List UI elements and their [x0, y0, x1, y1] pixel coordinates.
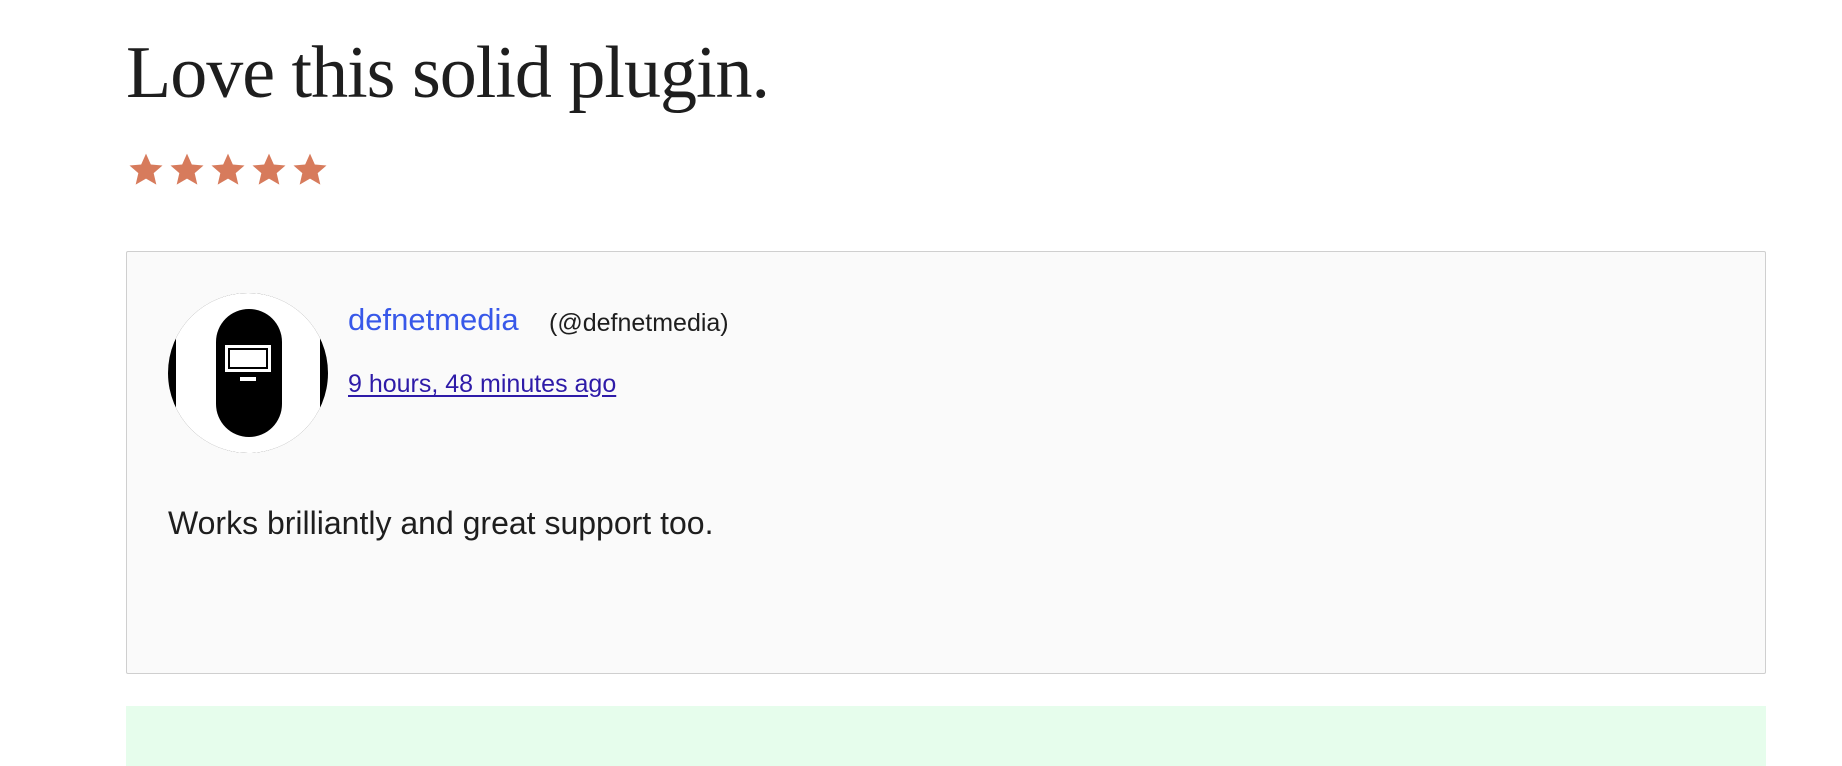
star-icon [252, 153, 286, 185]
star-icon [170, 153, 204, 185]
star-icon [129, 153, 163, 185]
review-card: defnetmedia (@defnetmedia) 9 hours, 48 m… [126, 251, 1766, 674]
star-icon [293, 153, 327, 185]
star-icon [211, 153, 245, 185]
review-body: Works brilliantly and great support too. [168, 505, 714, 541]
review-title: Love this solid plugin. [126, 32, 770, 114]
star-rating [126, 150, 330, 190]
author-handle: (@defnetmedia) [549, 309, 729, 337]
next-review-card [126, 706, 1766, 766]
review-timestamp-link[interactable]: 9 hours, 48 minutes ago [348, 368, 616, 400]
user-avatar-image[interactable] [168, 293, 328, 453]
author-name-link[interactable]: defnetmedia [348, 300, 519, 340]
